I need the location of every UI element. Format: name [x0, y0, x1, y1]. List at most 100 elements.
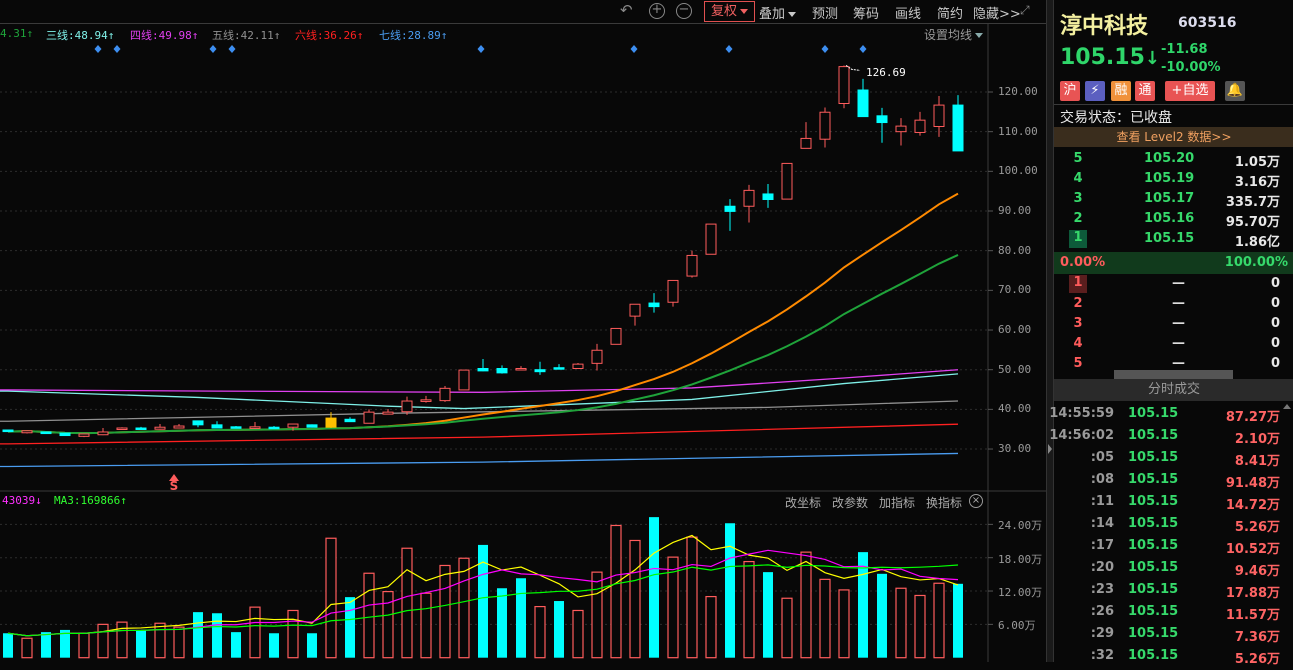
trade-price: 105.15	[1128, 428, 1179, 443]
candle	[268, 426, 280, 430]
volume-bar	[725, 523, 735, 658]
trade-price: 105.15	[1128, 538, 1179, 553]
fullscreen-icon[interactable]: ⤢	[1020, 3, 1030, 18]
orderbook-row[interactable]: 1 — 0	[1054, 275, 1293, 296]
orderbook-row[interactable]: 3 — 0	[1054, 316, 1293, 336]
change-axis-button[interactable]: 改坐标	[785, 494, 821, 511]
orderbook-row[interactable]: 4 — 0	[1054, 336, 1293, 356]
candle	[325, 417, 337, 428]
trade-time: 14:56:02	[1049, 428, 1114, 443]
scroll-up-icon[interactable]	[1283, 404, 1291, 409]
collapse-arrow-icon[interactable]	[1048, 444, 1052, 454]
high-price-label: 126.69	[866, 66, 906, 79]
fuquan-button[interactable]: 复权	[704, 1, 756, 22]
panel-splitter[interactable]	[1046, 0, 1053, 662]
candle	[458, 369, 470, 391]
trade-row: :29 105.15 7.36万	[1054, 626, 1293, 648]
set-ma-button[interactable]: 设置均线	[924, 26, 984, 43]
bell-icon[interactable]: 🔔	[1225, 81, 1245, 101]
orderbook-price: —	[1172, 316, 1185, 331]
orderbook-row[interactable]: 4 105.19 3.16万	[1054, 171, 1293, 191]
orderbook-level: 2	[1073, 296, 1083, 311]
orderbook-row[interactable]: 2 105.16 95.70万	[1054, 211, 1293, 231]
panel-resize-handle[interactable]	[1114, 370, 1233, 379]
orderbook-price: —	[1172, 356, 1185, 371]
candle	[116, 427, 128, 431]
chips-button[interactable]: 筹码	[853, 3, 879, 22]
vol-ma-label-a: 43039↓	[2, 494, 42, 507]
add-indicator-button[interactable]: 加指标	[879, 494, 915, 511]
draw-button[interactable]: 画线	[895, 3, 921, 22]
orderbook-level: 1	[1069, 275, 1087, 293]
lightning-badge-icon[interactable]: ⚡	[1085, 81, 1105, 101]
price-change-pct: -10.00%	[1161, 60, 1221, 75]
event-diamond-icon	[209, 45, 217, 53]
sh-market-badge[interactable]: 沪	[1060, 81, 1080, 101]
level2-link[interactable]: 查看 Level2 数据>>	[1054, 127, 1293, 147]
swap-indicator-button[interactable]: 换指标	[926, 494, 962, 511]
orderbook-row[interactable]: 5 105.20 1.05万	[1054, 151, 1293, 171]
forecast-button[interactable]: 预测	[812, 3, 838, 22]
price-tick-label: 80.00	[998, 243, 1032, 257]
hide-button[interactable]: 隐藏>>	[973, 3, 1021, 22]
volume-bar	[307, 633, 317, 658]
event-diamond-icon	[477, 45, 485, 53]
ma-legend-item: 六线:36.26↑	[295, 29, 364, 42]
orderbook-row[interactable]: 3 105.17 335.7万	[1054, 191, 1293, 211]
margin-badge[interactable]: 融	[1111, 81, 1131, 101]
bid-ask-ratio-bar: 0.00% 100.00%	[1054, 252, 1293, 274]
ma-line-六线	[0, 423, 959, 445]
add-watchlist-button[interactable]: +自选	[1165, 81, 1215, 101]
close-indicator-icon[interactable]: ×	[969, 494, 983, 508]
volume-bar	[516, 578, 526, 658]
connect-badge[interactable]: 通	[1135, 81, 1155, 101]
volume-bar	[193, 612, 203, 658]
price-tick-label: 110.00	[998, 124, 1038, 138]
orderbook-row[interactable]: 1 105.15 1.86亿	[1054, 230, 1293, 251]
orderbook-level: 2	[1073, 211, 1083, 226]
trade-row: :17 105.15 10.52万	[1054, 538, 1293, 560]
overlay-button[interactable]: 叠加	[759, 3, 797, 22]
candle	[819, 111, 831, 140]
trade-time: :20	[1090, 560, 1114, 575]
orderbook-volume: 0	[1270, 356, 1280, 371]
candle	[2, 429, 14, 433]
down-arrow-icon: ↓	[1144, 48, 1160, 69]
volume-bar	[629, 539, 641, 659]
change-params-button[interactable]: 改参数	[832, 494, 868, 511]
trade-volume: 91.48万	[1225, 476, 1280, 491]
volume-bar	[895, 587, 907, 659]
candle	[876, 115, 888, 124]
candle	[914, 119, 926, 133]
trade-time: :08	[1090, 472, 1114, 487]
candle	[192, 420, 204, 426]
ma-line-四线	[0, 369, 959, 393]
candle	[21, 430, 33, 434]
trade-price: 105.15	[1128, 648, 1179, 663]
volume-bar	[420, 592, 432, 659]
trade-price: 105.15	[1128, 406, 1179, 421]
orderbook-level: 4	[1073, 336, 1083, 351]
event-diamond-icon	[859, 45, 867, 53]
candle	[629, 303, 641, 317]
candle	[382, 411, 394, 415]
volume-bar	[21, 637, 33, 659]
trade-price: 105.15	[1128, 494, 1179, 509]
simple-button[interactable]: 简约	[937, 3, 963, 22]
zoom-in-icon[interactable]: +	[649, 3, 665, 19]
candle	[553, 367, 565, 370]
volume-bar	[249, 606, 261, 659]
orderbook-row[interactable]: 2 — 0	[1054, 296, 1293, 316]
trade-volume: 14.72万	[1225, 498, 1280, 513]
fuquan-label: 复权	[711, 4, 738, 19]
ma20-line	[7, 192, 959, 435]
orderbook-price: —	[1172, 276, 1185, 291]
zoom-out-icon[interactable]: −	[676, 3, 692, 19]
trade-time: :14	[1090, 516, 1114, 531]
trade-volume: 17.88万	[1225, 586, 1280, 601]
volume-bar	[363, 572, 375, 659]
undo-icon[interactable]: ↶	[620, 1, 633, 19]
trade-volume: 5.26万	[1234, 652, 1280, 667]
candle	[591, 349, 603, 364]
kline-chart[interactable]	[0, 0, 1046, 662]
